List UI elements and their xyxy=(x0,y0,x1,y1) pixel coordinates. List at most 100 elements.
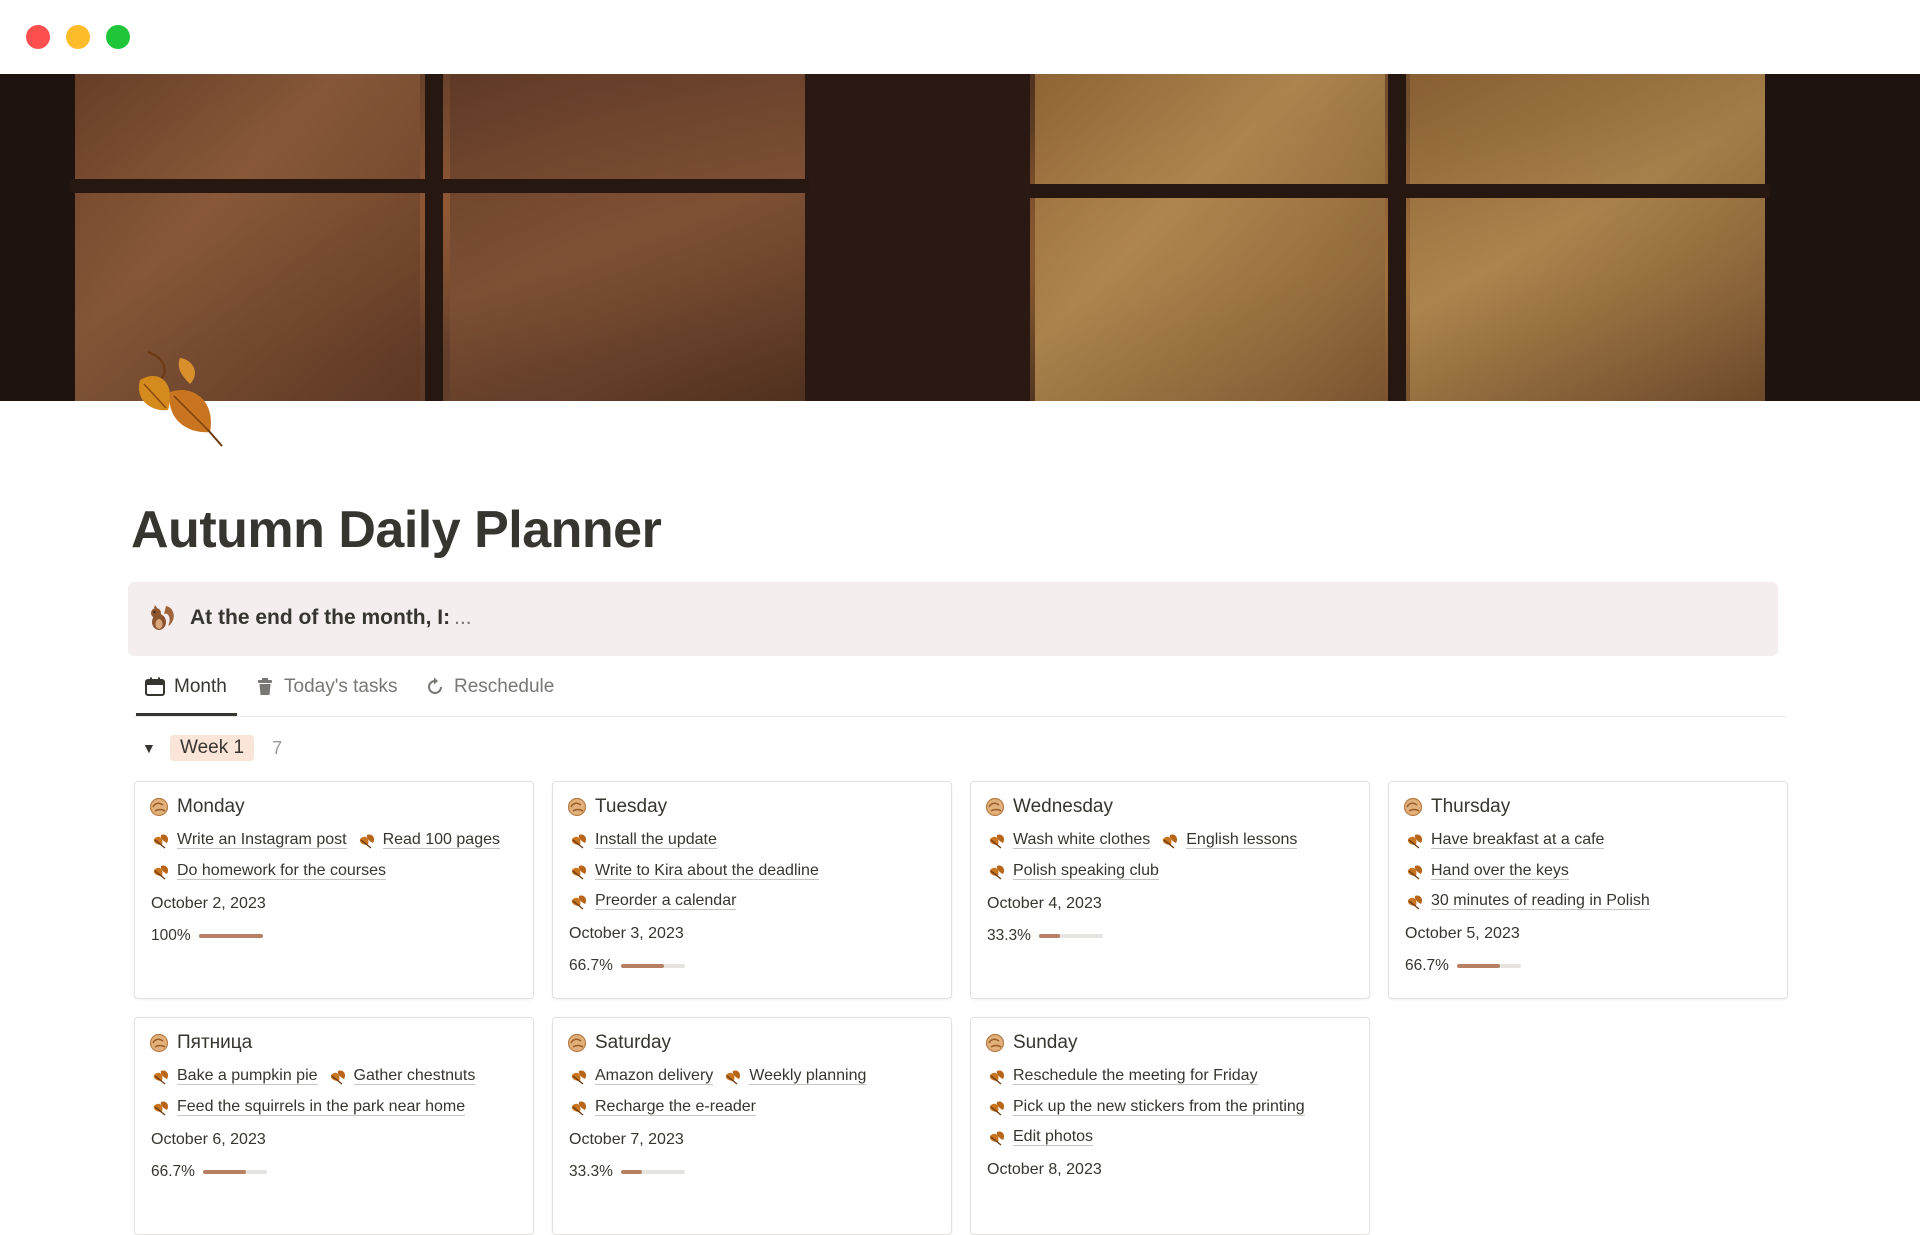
card-date: October 8, 2023 xyxy=(987,1160,1102,1178)
tab-reschedule[interactable]: Reschedule xyxy=(424,676,554,716)
task-relations: Bake a pumpkin pie Gather chestnuts Feed t… xyxy=(151,1066,521,1127)
triangle-down-icon[interactable]: ▼ xyxy=(142,740,162,756)
progress-bar xyxy=(1038,934,1103,938)
fallen-leaf-icon xyxy=(1163,834,1178,849)
task-link[interactable]: Hand over the keys xyxy=(1405,861,1569,881)
task-link[interactable]: Edit photos xyxy=(987,1127,1094,1147)
cover-window-mullion xyxy=(70,179,810,193)
task-link[interactable]: Install the update xyxy=(569,830,717,850)
group-header-week-1[interactable]: ▼ Week 1 7 xyxy=(142,734,282,762)
task-link[interactable]: Write an Instagram post xyxy=(151,830,347,850)
task-link[interactable]: Preorder a calendar xyxy=(569,891,737,911)
progress-indicator: 33.3% xyxy=(987,927,1103,945)
task-link[interactable]: Polish speaking club xyxy=(987,861,1159,881)
tab-todays-tasks[interactable]: Today's tasks xyxy=(254,676,397,716)
task-label: Do homework for the courses xyxy=(177,861,386,880)
progress-bar xyxy=(620,1170,685,1174)
task-label: Gather chestnuts xyxy=(353,1067,476,1085)
fallen-leaf-icon xyxy=(153,865,169,880)
cover-image[interactable] xyxy=(0,74,1920,401)
group-label: Week 1 xyxy=(170,735,255,761)
card-date: October 5, 2023 xyxy=(1405,924,1520,942)
day-card[interactable]: Tuesday Install the update Write to Kira a… xyxy=(552,781,952,999)
page-title[interactable]: Autumn Daily Planner xyxy=(131,500,662,560)
card-title: Monday xyxy=(177,796,245,817)
card-date: October 3, 2023 xyxy=(569,924,684,942)
tab-label: Today's tasks xyxy=(284,676,398,697)
card-date: October 6, 2023 xyxy=(151,1131,266,1148)
autumn-leaves-icon[interactable] xyxy=(130,350,240,450)
progress-label: 33.3% xyxy=(569,1163,613,1180)
window-titlebar xyxy=(0,0,1920,74)
progress-indicator: 100% xyxy=(151,927,263,945)
cookie-icon xyxy=(567,797,587,817)
task-label: Preorder a calendar xyxy=(595,892,737,910)
fallen-leaf-icon xyxy=(153,1070,169,1085)
day-card[interactable]: Sunday Reschedule the meeting for Friday P… xyxy=(970,1017,1370,1235)
card-header: Tuesday xyxy=(567,796,667,818)
task-link[interactable]: Weekly planning xyxy=(723,1066,867,1086)
progress-indicator: 66.7% xyxy=(151,1163,267,1181)
task-link[interactable]: Gather chestnuts xyxy=(328,1066,476,1086)
task-label: Amazon delivery xyxy=(595,1067,714,1085)
day-card[interactable]: Wednesday Wash white clothes English lesso… xyxy=(970,781,1370,999)
card-title: Thursday xyxy=(1431,796,1511,817)
fallen-leaf-icon xyxy=(989,1131,1005,1146)
card-title: Sunday xyxy=(1013,1032,1078,1053)
progress-label: 100% xyxy=(151,927,191,944)
task-label: English lessons xyxy=(1186,831,1298,849)
fallen-leaf-icon xyxy=(153,834,169,849)
task-label: Bake a pumpkin pie xyxy=(177,1067,318,1085)
fallen-leaf-icon xyxy=(359,834,374,849)
squirrel-icon[interactable] xyxy=(146,602,178,634)
task-relations: Reschedule the meeting for Friday Pick up… xyxy=(987,1066,1357,1158)
card-header: Wednesday xyxy=(985,796,1113,818)
task-label: Write to Kira about the deadline xyxy=(595,861,819,880)
tab-label: Reschedule xyxy=(454,676,555,697)
progress-bar-fill xyxy=(620,963,664,968)
task-link[interactable]: Write to Kira about the deadline xyxy=(569,861,819,881)
callout-block[interactable]: At the end of the month, I:... xyxy=(128,582,1778,656)
task-link[interactable]: Reschedule the meeting for Friday xyxy=(987,1066,1258,1086)
progress-label: 33.3% xyxy=(987,927,1031,944)
progress-bar-fill xyxy=(1456,963,1500,968)
task-link[interactable]: Feed the squirrels in the park near home xyxy=(151,1097,466,1117)
day-card[interactable]: Saturday Amazon delivery Weekly planning Re… xyxy=(552,1017,952,1235)
task-link[interactable]: 30 minutes of reading in Polish xyxy=(1405,891,1650,911)
progress-indicator: 33.3% xyxy=(569,1163,685,1181)
task-link[interactable]: Pick up the new stickers from the printi… xyxy=(987,1097,1305,1117)
task-label: Pick up the new stickers from the printi… xyxy=(1013,1097,1305,1116)
card-date: October 7, 2023 xyxy=(569,1131,684,1148)
day-card[interactable]: Monday Write an Instagram post Read 100 pa… xyxy=(134,781,534,999)
cookie-icon xyxy=(149,1033,169,1053)
task-label: Weekly planning xyxy=(749,1067,867,1085)
minimize-window-button[interactable] xyxy=(66,25,90,49)
progress-bar xyxy=(1456,963,1521,968)
close-window-button[interactable] xyxy=(26,25,50,49)
fallen-leaf-icon xyxy=(571,895,587,910)
task-link[interactable]: Read 100 pages xyxy=(357,830,500,850)
task-link[interactable]: Recharge the e-reader xyxy=(569,1097,756,1117)
maximize-window-button[interactable] xyxy=(106,25,130,49)
fallen-leaf-icon xyxy=(571,865,587,880)
tab-month[interactable]: Month xyxy=(136,676,237,716)
cover-window-mullion xyxy=(1030,184,1770,198)
fallen-leaf-icon xyxy=(153,1101,169,1116)
callout-text[interactable]: At the end of the month, I:... xyxy=(190,606,472,630)
calendar-icon xyxy=(145,677,165,696)
task-link[interactable]: English lessons xyxy=(1160,830,1298,850)
task-link[interactable]: Bake a pumpkin pie xyxy=(151,1066,318,1086)
cover-window-frame xyxy=(805,74,1030,401)
progress-bar xyxy=(620,963,685,968)
task-link[interactable]: Have breakfast at a cafe xyxy=(1405,830,1605,850)
fallen-leaf-icon xyxy=(989,834,1005,849)
task-link[interactable]: Amazon delivery xyxy=(569,1066,714,1086)
cookie-icon xyxy=(1403,797,1423,817)
task-link[interactable]: Do homework for the courses xyxy=(151,861,386,881)
day-card[interactable]: Пятница Bake a pumpkin pie Gather chestnut… xyxy=(134,1017,534,1235)
task-link[interactable]: Wash white clothes xyxy=(987,830,1151,850)
cover-window-pane xyxy=(450,74,810,401)
task-label: 30 minutes of reading in Polish xyxy=(1431,892,1650,910)
task-label: Have breakfast at a cafe xyxy=(1431,831,1605,849)
day-card[interactable]: Thursday Have breakfast at a cafe Hand ove… xyxy=(1388,781,1788,999)
